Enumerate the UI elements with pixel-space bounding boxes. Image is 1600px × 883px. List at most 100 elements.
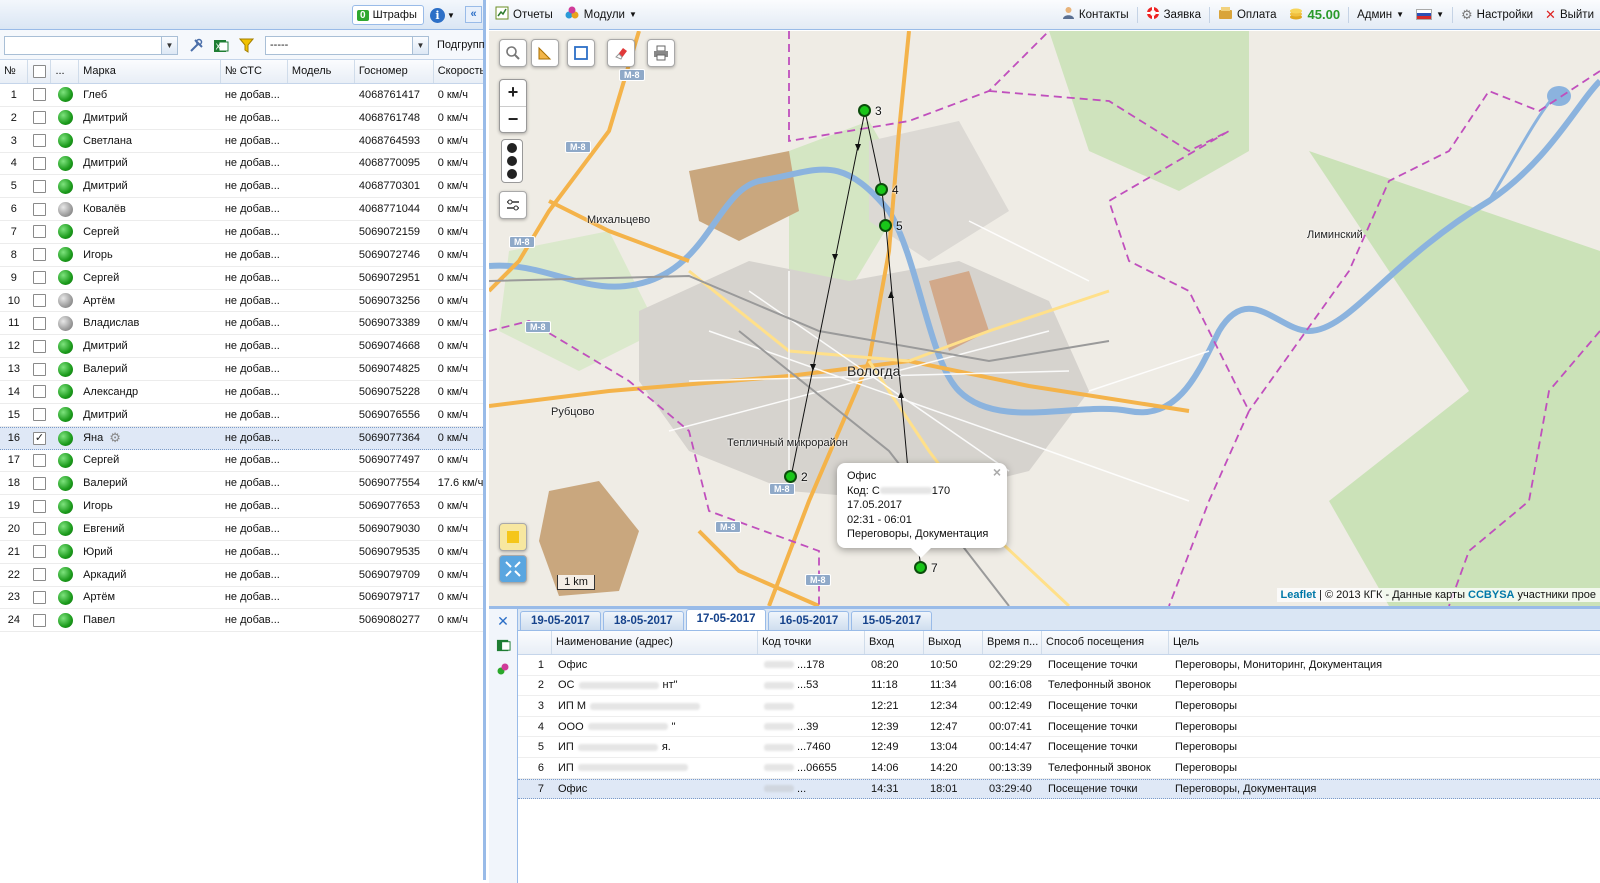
row-checkbox[interactable] (33, 590, 47, 604)
route-marker[interactable] (784, 470, 797, 483)
col-duration[interactable]: Время п... (983, 631, 1042, 654)
route-marker[interactable] (914, 561, 927, 574)
table-row[interactable]: 21 Юрий не добав... 5069079535 0 км/ч (0, 541, 483, 564)
row-checkbox[interactable] (33, 362, 47, 376)
table-row[interactable]: 16 ✓ Яна ⚙ не добав... 5069077364 0 км/ч (0, 426, 483, 450)
row-checkbox[interactable] (33, 522, 47, 536)
excel-export-icon[interactable] (493, 635, 513, 655)
request-button[interactable]: Заявка (1140, 6, 1207, 23)
excel-export-icon[interactable]: X (212, 37, 229, 54)
table-row[interactable]: 23 Артём не добав... 5069079717 0 км/ч (0, 587, 483, 610)
table-row[interactable]: 4 ООО " ...39 12:39 12:47 00:07:41 Посещение то… (518, 717, 1600, 738)
tab-date[interactable]: 16-05-2017 (768, 611, 850, 630)
traffic-layer-button[interactable] (501, 139, 523, 183)
row-checkbox[interactable] (33, 179, 47, 193)
row-checkbox[interactable] (33, 545, 47, 559)
row-checkbox[interactable] (33, 499, 47, 513)
search-icon[interactable] (499, 39, 527, 67)
table-row[interactable]: 4 Дмитрий не добав... 4068770095 0 км/ч (0, 153, 483, 176)
col-status[interactable]: ... (51, 60, 80, 83)
admin-menu[interactable]: Админ ▼ (1351, 9, 1410, 21)
row-checkbox[interactable] (33, 202, 47, 216)
table-row[interactable]: 1 Глеб не добав... 4068761417 0 км/ч (0, 84, 483, 107)
table-row[interactable]: 5 ИП я. ...7460 12:49 13:04 00:14:47 Посещение … (518, 737, 1600, 758)
row-checkbox[interactable] (33, 453, 47, 467)
collapse-panel-button[interactable]: « (465, 6, 482, 23)
language-menu[interactable]: ▼ (1410, 9, 1450, 20)
table-row[interactable]: 12 Дмитрий не добав... 5069074668 0 км/ч (0, 335, 483, 359)
payment-button[interactable]: Оплата (1212, 6, 1283, 23)
col-brand[interactable]: Марка (79, 60, 221, 83)
tab-date[interactable]: 17-05-2017 (685, 609, 767, 630)
filter-icon[interactable] (238, 37, 255, 54)
group-select[interactable]: ▼ (4, 36, 178, 55)
gear-icon[interactable]: ⚙ (109, 430, 121, 446)
contacts-button[interactable]: Контакты (1056, 6, 1135, 23)
row-checkbox[interactable] (33, 408, 47, 422)
close-icon[interactable]: ✕ (493, 611, 513, 631)
row-checkbox[interactable] (33, 294, 47, 308)
mode-select[interactable]: ----- ▼ (265, 36, 429, 55)
table-row[interactable]: 11 Владислав не добав... 5069073389 0 км/ч (0, 312, 483, 336)
table-row[interactable]: 2 ОС нт" ...53 11:18 11:34 00:16:08 Телефонный … (518, 676, 1600, 697)
table-row[interactable]: 3 Светлана не добав... 4068764593 0 км/ч (0, 130, 483, 153)
eraser-icon[interactable] (607, 39, 635, 67)
fines-button[interactable]: 0 Штрафы (352, 5, 424, 25)
row-checkbox[interactable] (33, 339, 47, 353)
route-settings-icon[interactable] (499, 191, 527, 219)
row-checkbox[interactable] (33, 225, 47, 239)
row-checkbox[interactable] (33, 156, 47, 170)
row-checkbox[interactable]: ✓ (33, 431, 47, 445)
print-icon[interactable] (647, 39, 675, 67)
table-row[interactable]: 6 ИП ...06655 14:06 14:20 00:13:39 Телефонный … (518, 758, 1600, 779)
table-row[interactable]: 2 Дмитрий не добав... 4068761748 0 км/ч (0, 107, 483, 130)
table-row[interactable]: 5 Дмитрий не добав... 4068770301 0 км/ч (0, 175, 483, 199)
table-row[interactable]: 17 Сергей не добав... 5069077497 0 км/ч (0, 450, 483, 473)
row-checkbox[interactable] (33, 476, 47, 490)
modules-icon[interactable] (493, 659, 513, 679)
col-model[interactable]: Модель (288, 60, 355, 83)
settings-button[interactable]: ⚙ Настройки (1455, 7, 1539, 23)
select-all-checkbox[interactable] (32, 65, 46, 78)
exit-button[interactable]: ✕ Выйти (1539, 7, 1600, 23)
table-row[interactable]: 9 Сергей не добав... 5069072951 0 км/ч (0, 267, 483, 290)
ccbysa-link[interactable]: CCBYSA (1468, 589, 1514, 601)
reports-button[interactable]: Отчеты (489, 6, 559, 23)
col-point-code[interactable]: Код точки (758, 631, 865, 654)
col-select-all[interactable] (28, 60, 52, 83)
row-checkbox[interactable] (33, 613, 47, 627)
table-row[interactable]: 15 Дмитрий не добав... 5069076556 0 км/ч (0, 404, 483, 427)
table-row[interactable]: 7 Сергей не добав... 5069072159 0 км/ч (0, 221, 483, 244)
table-row[interactable]: 13 Валерий не добав... 5069074825 0 км/ч (0, 358, 483, 381)
tab-date[interactable]: 15-05-2017 (851, 611, 933, 630)
table-row[interactable]: 18 Валерий не добав... 5069077554 17.6 км/ч (0, 472, 483, 496)
row-checkbox[interactable] (33, 568, 47, 582)
info-button[interactable]: i ▼ (430, 6, 460, 24)
table-row[interactable]: 14 Александр не добав... 5069075228 0 км/ч (0, 381, 483, 404)
row-checkbox[interactable] (33, 134, 47, 148)
table-row[interactable]: 8 Игорь не добав... 5069072746 0 км/ч (0, 244, 483, 267)
col-exit[interactable]: Выход (924, 631, 983, 654)
tab-date[interactable]: 18-05-2017 (602, 611, 684, 630)
col-goal[interactable]: Цель (1169, 631, 1600, 654)
table-row[interactable]: 7 Офис... 14:31 18:01 03:29:40 Посещение точк… (518, 778, 1600, 800)
row-checkbox[interactable] (33, 248, 47, 262)
popup-close-icon[interactable]: × (993, 465, 1001, 480)
table-row[interactable]: 24 Павел не добав... 5069080277 0 км/ч (0, 609, 483, 633)
table-row[interactable]: 19 Игорь не добав... 5069077653 0 км/ч (0, 495, 483, 519)
row-checkbox[interactable] (33, 271, 47, 285)
table-row[interactable]: 22 Аркадий не добав... 5069079709 0 км/ч (0, 564, 483, 587)
settings-tools-icon[interactable] (188, 37, 205, 54)
draw-area-icon[interactable] (567, 39, 595, 67)
zoom-out-button[interactable]: − (500, 106, 526, 132)
row-checkbox[interactable] (33, 88, 47, 102)
ruler-icon[interactable] (531, 39, 559, 67)
col-enter[interactable]: Вход (865, 631, 924, 654)
col-visit-method[interactable]: Способ посещения (1042, 631, 1169, 654)
route-marker[interactable] (858, 104, 871, 117)
col-number[interactable]: № (0, 60, 28, 83)
table-row[interactable]: 1 Офис ...178 08:20 10:50 02:29:29 Посещение т… (518, 655, 1600, 676)
col-point-name[interactable]: Наименование (адрес) (552, 631, 758, 654)
table-row[interactable]: 3 ИП М 12:21 12:34 00:12:49 Посещение точки Пе… (518, 696, 1600, 717)
fit-bounds-icon[interactable] (499, 555, 527, 583)
